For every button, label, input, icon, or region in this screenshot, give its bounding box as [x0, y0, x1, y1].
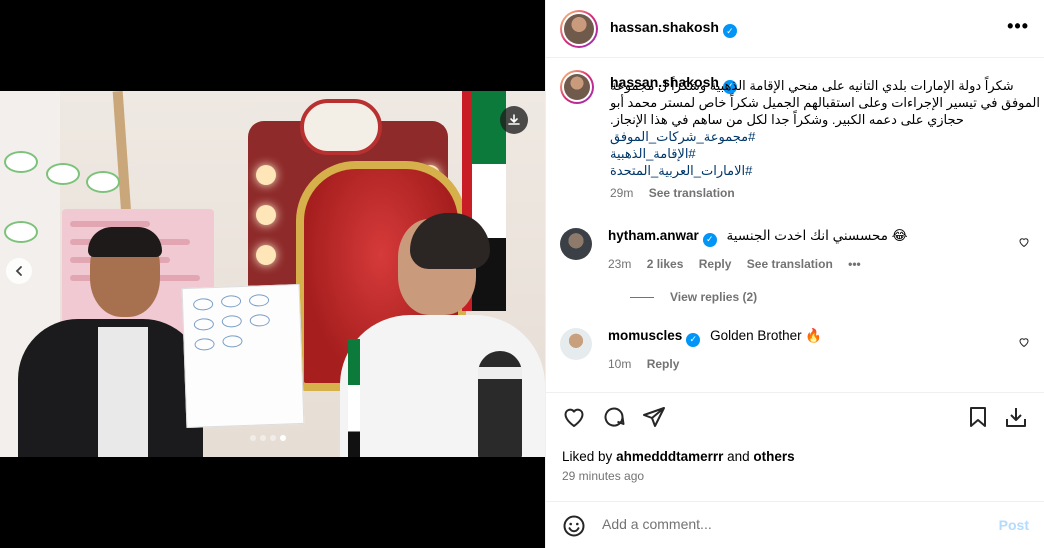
chevron-left-icon[interactable] — [6, 258, 32, 284]
post-actions: Liked by ahmedddtamerrr and others 29 mi… — [546, 392, 1044, 548]
photo-logo — [86, 171, 120, 193]
post-time-ago[interactable]: 29 minutes ago — [562, 469, 644, 483]
hashtag-link[interactable]: #مجموعة_شركات_الموفق — [610, 128, 1040, 145]
post-side-panel: hassan.shakosh ✓ ••• hassan.shakosh ✓ شكرا… — [545, 0, 1044, 548]
carousel-dot — [270, 435, 276, 441]
action-icons-row — [560, 405, 1030, 433]
share-icon[interactable] — [642, 405, 666, 435]
hashtag-link[interactable]: #الامارات_العربية_المتحدة — [610, 162, 1040, 179]
comment-meta: 10m Reply — [608, 357, 1008, 371]
post-photo[interactable] — [0, 91, 545, 457]
caption-text-block: hassan.shakosh ✓ شكراً دولة الإمارات بلدي… — [610, 74, 1040, 202]
verified-icon: ✓ — [722, 24, 737, 39]
comment-username[interactable]: momuscles — [608, 328, 682, 343]
carousel-dot-active — [280, 435, 286, 441]
comment-time[interactable]: 10m — [608, 357, 631, 371]
photo-logo — [46, 163, 80, 185]
post-media-area — [0, 0, 545, 548]
photo-person-left — [18, 227, 203, 457]
caption-body: شكراً دولة الإمارات بلدي التانيه على منح… — [610, 77, 1040, 127]
add-comment-bar: Post — [546, 501, 1044, 548]
bookmark-icon[interactable] — [966, 405, 990, 435]
liked-by-others-link[interactable]: others — [753, 449, 794, 464]
comment-text: محسسني انك اخدت الجنسية 😂 — [726, 228, 908, 243]
carousel-dot — [260, 435, 266, 441]
verified-icon: ✓ — [702, 232, 717, 247]
photo-logo — [4, 151, 38, 173]
download-icon[interactable] — [500, 106, 528, 134]
comment-likes[interactable]: 2 likes — [647, 257, 684, 271]
more-horizontal-icon[interactable]: ••• — [1007, 16, 1029, 37]
photo-microphone — [478, 351, 522, 457]
save-to-collection-icon[interactable] — [1004, 405, 1028, 435]
post-comment-button[interactable]: Post — [999, 517, 1029, 533]
author-avatar[interactable] — [560, 9, 598, 48]
author-username[interactable]: hassan.shakosh ✓ — [610, 19, 737, 39]
comment-meta: 23m 2 likes Reply See translation ••• — [608, 257, 1008, 271]
heart-icon[interactable] — [562, 405, 586, 435]
commenter-avatar[interactable] — [560, 328, 592, 360]
post-header: hassan.shakosh ✓ ••• — [546, 0, 1044, 58]
emoji-icon[interactable] — [562, 514, 586, 544]
verified-icon: ✓ — [686, 332, 701, 347]
add-comment-input[interactable] — [602, 516, 982, 532]
carousel-indicator — [250, 435, 286, 441]
commenter-avatar[interactable] — [560, 228, 592, 260]
comment-time[interactable]: 23m — [608, 257, 631, 271]
caption-avatar[interactable] — [560, 70, 594, 104]
carousel-dot — [250, 435, 256, 441]
caption-meta: 29m See translation — [610, 185, 1040, 202]
see-translation-link[interactable]: See translation — [649, 186, 735, 200]
reply-button[interactable]: Reply — [647, 357, 680, 371]
photo-small-flag — [348, 339, 360, 457]
instagram-post-view: hassan.shakosh ✓ ••• hassan.shakosh ✓ شكرا… — [0, 0, 1044, 548]
comment-like-heart-icon[interactable] — [1018, 236, 1030, 251]
comment-body: momuscles ✓ Golden Brother 🔥 10m Reply — [608, 328, 1008, 371]
comment-body: hytham.anwar ✓ محسسني انك اخدت الجنسية 😂 … — [608, 228, 1008, 271]
hashtag-link[interactable]: #الإقامة_الذهبية — [610, 145, 1040, 162]
reply-button[interactable]: Reply — [699, 257, 732, 271]
liked-by-user-link[interactable]: ahmedddtamerrr — [616, 449, 723, 464]
comment-text: Golden Brother 🔥 — [710, 328, 823, 343]
comment-more-icon[interactable]: ••• — [848, 257, 861, 271]
photo-certificate — [181, 283, 305, 429]
photo-sign — [300, 99, 382, 155]
view-replies-button[interactable]: View replies (2) — [630, 290, 757, 304]
comment-like-heart-icon[interactable] — [1018, 336, 1030, 351]
liked-by-summary: Liked by ahmedddtamerrr and others — [562, 449, 795, 464]
see-translation-link[interactable]: See translation — [747, 257, 833, 271]
caption-time[interactable]: 29m — [610, 186, 633, 200]
comment-username[interactable]: hytham.anwar — [608, 228, 699, 243]
comment-icon[interactable] — [602, 405, 626, 435]
